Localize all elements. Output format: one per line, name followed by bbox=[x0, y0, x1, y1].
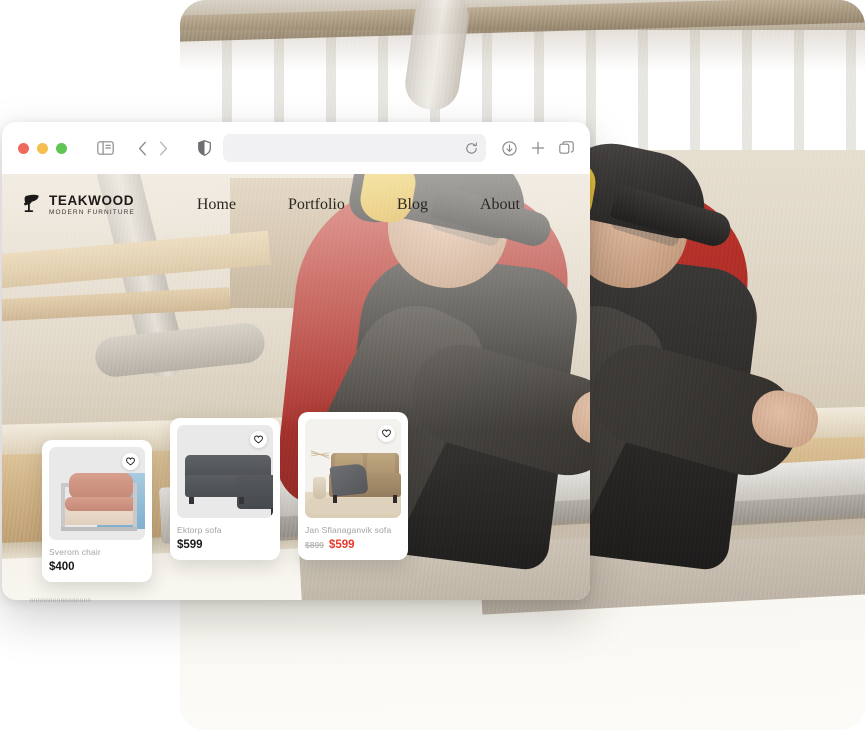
product-card-list: Sverom chair $400 Ektorp sofa $599 Jan S… bbox=[42, 412, 408, 582]
browser-titlebar bbox=[2, 122, 590, 174]
back-button[interactable] bbox=[138, 141, 147, 156]
address-bar[interactable] bbox=[223, 134, 486, 162]
sidebar-icon[interactable] bbox=[97, 141, 114, 155]
brand-logo[interactable]: TEAKWOOD MODERN FURNITURE bbox=[20, 192, 135, 219]
reload-icon[interactable] bbox=[465, 141, 478, 155]
minimize-button[interactable] bbox=[37, 142, 48, 154]
product-price: $599 bbox=[177, 539, 273, 551]
forward-button[interactable] bbox=[159, 141, 168, 156]
brand-tagline: MODERN FURNITURE bbox=[49, 208, 135, 216]
download-icon[interactable] bbox=[502, 140, 517, 156]
chair-icon bbox=[20, 192, 42, 219]
clipped-text-artifact: nnnnnnnnnnnnnnnn bbox=[30, 598, 92, 604]
browser-window: TEAKWOOD MODERN FURNITURE Home Portfolio… bbox=[2, 122, 590, 600]
heart-icon[interactable] bbox=[250, 431, 267, 448]
product-image bbox=[177, 425, 273, 518]
product-title: Sverom chair bbox=[49, 547, 101, 557]
price-original: $899 bbox=[305, 540, 324, 550]
brand-text: TEAKWOOD MODERN FURNITURE bbox=[49, 194, 135, 216]
tab-overview-icon[interactable] bbox=[559, 140, 574, 156]
site-nav-links: Home Portfolio Blog About bbox=[171, 196, 546, 214]
nav-item-home[interactable]: Home bbox=[171, 196, 262, 214]
zoom-button[interactable] bbox=[56, 142, 67, 154]
product-card[interactable]: Jan Sflanaganvik sofa $899 $599 bbox=[298, 412, 408, 560]
nav-item-blog[interactable]: Blog bbox=[371, 196, 454, 214]
product-price: $899 $599 bbox=[305, 539, 401, 551]
nav-item-portfolio[interactable]: Portfolio bbox=[262, 196, 371, 214]
heart-icon[interactable] bbox=[122, 453, 139, 470]
price-sale: $599 bbox=[328, 539, 355, 551]
toolbar-right-group bbox=[502, 140, 574, 156]
website-viewport: TEAKWOOD MODERN FURNITURE Home Portfolio… bbox=[2, 174, 590, 600]
price-value: $400 bbox=[49, 561, 75, 573]
product-card[interactable]: Sverom chair $400 bbox=[42, 440, 152, 582]
product-card[interactable]: Ektorp sofa $599 bbox=[170, 418, 280, 560]
product-image bbox=[49, 447, 145, 540]
window-controls bbox=[18, 142, 67, 154]
heart-icon[interactable] bbox=[378, 425, 395, 442]
product-title: Jan Sflanaganvik sofa bbox=[305, 525, 392, 535]
shield-icon[interactable] bbox=[198, 140, 211, 156]
close-button[interactable] bbox=[18, 142, 29, 154]
product-title: Ektorp sofa bbox=[177, 525, 222, 535]
new-tab-icon[interactable] bbox=[531, 141, 545, 155]
price-value: $599 bbox=[177, 539, 203, 551]
site-navbar: TEAKWOOD MODERN FURNITURE Home Portfolio… bbox=[2, 174, 590, 236]
brand-name: TEAKWOOD bbox=[49, 193, 135, 208]
screenshot-root: TEAKWOOD MODERN FURNITURE Home Portfolio… bbox=[0, 0, 865, 730]
product-image bbox=[305, 419, 401, 518]
product-price: $400 bbox=[49, 561, 145, 573]
nav-item-about[interactable]: About bbox=[454, 196, 546, 214]
